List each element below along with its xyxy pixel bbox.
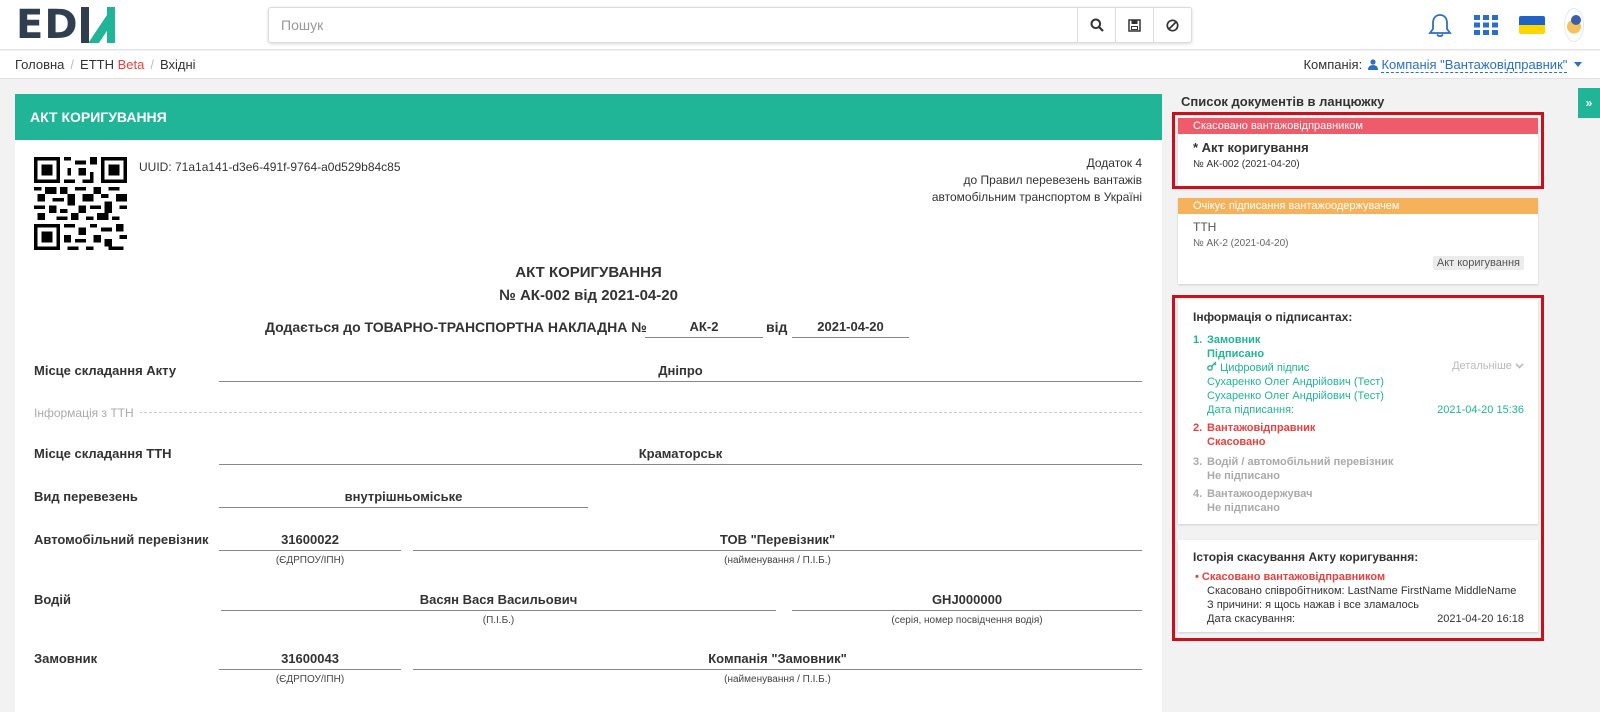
attach-date: 2021-04-20: [792, 316, 909, 338]
breadcrumb-etth[interactable]: ЕТТН: [80, 57, 114, 72]
logo-ed: ED: [16, 2, 79, 48]
appendix-line: автомобільним транспортом в Україні: [931, 190, 1142, 204]
tth-info-divider: Інформація з ТТН: [34, 405, 1142, 420]
top-bar: ED: [0, 0, 1600, 50]
user-menu-button[interactable]: [1564, 8, 1600, 42]
avatar: [1564, 8, 1584, 42]
company-value[interactable]: Компанія "Вантажовідправник": [1381, 57, 1568, 73]
tth-place-label: Місце складання ТТН: [34, 446, 172, 461]
search-button[interactable]: [1077, 8, 1115, 42]
appendix-line: до Правил перевезень вантажів: [963, 173, 1142, 187]
appendix-note: Додаток 4 до Правил перевезень вантажів …: [932, 155, 1142, 206]
driver-label: Водій: [34, 592, 72, 607]
driver-name: Васян Вася Васильович: [221, 589, 776, 611]
user-icon: [1367, 59, 1378, 70]
document-title: АКТ КОРИГУВАННЯ: [515, 264, 662, 281]
top-icons: [1408, 0, 1600, 50]
save-search-button[interactable]: [1115, 8, 1153, 42]
breadcrumb-bar: Головна / ЕТТН Beta / Вхідні Компанія: Компа…: [0, 51, 1600, 79]
tth-info-label: Інформація з ТТН: [34, 406, 140, 420]
place-value: Дніпро: [219, 360, 1142, 382]
company-label: Компанія:: [1303, 57, 1363, 72]
tth-place-value: Краматорськ: [219, 443, 1142, 465]
customer-name-hint: (найменування / П.І.Б.): [724, 674, 831, 685]
customer-name: Компанія "Замовник": [413, 648, 1142, 670]
breadcrumb-separator: /: [150, 57, 154, 72]
breadcrumb-home[interactable]: Головна: [15, 57, 64, 72]
chain-doc-title: ТТН: [1193, 220, 1217, 234]
ban-icon: [1166, 18, 1179, 32]
company-selector[interactable]: Компанія: Компанія "Вантажовідправник": [1303, 57, 1582, 73]
document-panel: АКТ КОРИГУВАННЯ UUID: 71a1a141-d3e6-491f…: [15, 94, 1162, 712]
search-input[interactable]: [269, 8, 1077, 42]
chain-card-tth[interactable]: Очікує підписання вантажоодержувачем ТТН…: [1178, 198, 1538, 284]
apps-grid-icon: [1474, 15, 1498, 35]
attach-number: АК-2: [645, 316, 763, 338]
doc-type-tag: Акт коригування: [1432, 256, 1524, 270]
ukraine-flag-icon: [1519, 16, 1545, 34]
chain-title: Список документів в ланцюжку: [1181, 94, 1385, 109]
highlight-frame: [1172, 112, 1544, 189]
customer-code-hint: (ЄДРПОУ/ІПН): [275, 674, 345, 685]
customer-code: 31600043: [219, 648, 401, 670]
sidebar-toggle-button[interactable]: »: [1578, 88, 1600, 118]
beta-badge: Beta: [117, 57, 145, 72]
attach-text: Додається до ТОВАРНО-ТРАНСПОРТНА НАКЛАДН…: [265, 319, 647, 335]
breadcrumb-current: Вхідні: [159, 57, 196, 72]
carrier-code-hint: (ЄДРПОУ/ІПН): [275, 555, 345, 566]
place-label: Місце складання Акту: [34, 363, 177, 378]
transport-type-value: внутрішньоміське: [219, 486, 588, 508]
qr-code: [34, 157, 127, 250]
breadcrumb-separator: /: [70, 57, 75, 72]
double-chevron-right-icon: »: [1585, 96, 1593, 110]
document-header: АКТ КОРИГУВАННЯ: [15, 94, 1162, 140]
status-badge: Очікує підписання вантажоодержувачем: [1178, 198, 1538, 214]
clear-search-button[interactable]: [1153, 8, 1191, 42]
save-icon: [1128, 18, 1141, 32]
notifications-button[interactable]: [1426, 11, 1454, 39]
language-button[interactable]: [1518, 11, 1546, 39]
appendix-line: Додаток 4: [1086, 156, 1142, 170]
search-icon: [1090, 18, 1104, 32]
carrier-label: Автомобільний перевізник: [34, 532, 209, 547]
carrier-name-hint: (найменування / П.І.Б.): [724, 555, 831, 566]
search-bar: [268, 7, 1192, 43]
driver-license: GHJ000000: [792, 589, 1142, 611]
right-sidebar: Список документів в ланцюжку Скасовано в…: [1172, 88, 1574, 712]
attach-from: від: [766, 319, 788, 335]
driver-name-hint: (П.І.Б.): [482, 615, 515, 626]
edin-logo[interactable]: ED: [16, 5, 119, 45]
bell-icon: [1428, 14, 1452, 38]
customer-label: Замовник: [34, 651, 98, 666]
breadcrumb: Головна / ЕТТН Beta / Вхідні: [15, 57, 196, 72]
transport-type-label: Вид перевезень: [34, 489, 138, 504]
caret-down-icon: [1574, 62, 1582, 67]
document-number: № АК-002 від 2021-04-20: [499, 287, 678, 304]
apps-button[interactable]: [1472, 11, 1500, 39]
highlight-frame: [1172, 295, 1544, 641]
chain-doc-number: № АК-2 (2021-04-20): [1193, 238, 1289, 249]
logo-ni-mark: [80, 6, 119, 44]
uuid-label: UUID: 71a1a141-d3e6-491f-9764-a0d529b84c…: [139, 160, 401, 174]
carrier-code: 31600022: [219, 529, 401, 551]
driver-license-hint: (серія, номер посвідчення водія): [891, 615, 1043, 626]
carrier-name: ТОВ "Перевізник": [413, 529, 1142, 551]
